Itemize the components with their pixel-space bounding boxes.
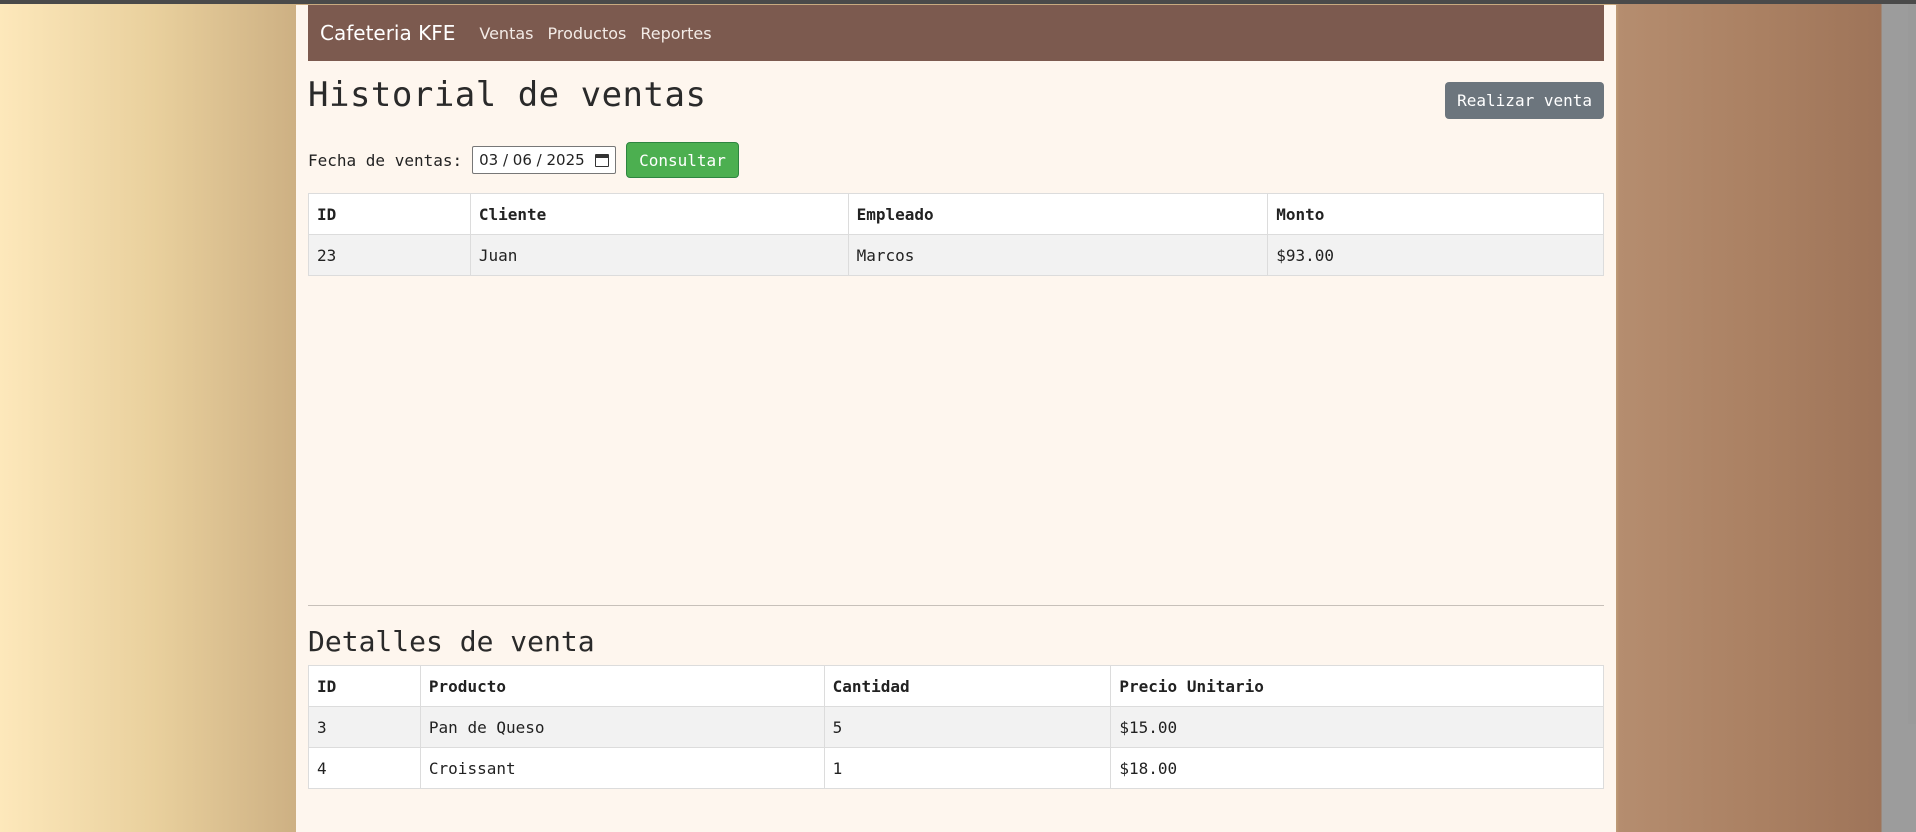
date-filter-label: Fecha de ventas: [308,150,463,170]
table-row[interactable]: 3 Pan de Queso 5 $15.00 [308,706,1604,748]
detail-precio: $18.00 [1110,747,1604,789]
date-input-value: 03 / 06 / 2025 [479,151,585,169]
details-table-header-row: ID Producto Cantidad Precio Unitario [308,665,1604,707]
page-title: Historial de ventas [308,75,707,115]
details-title: Detalles de venta [308,625,595,658]
calendar-icon[interactable] [595,153,610,167]
realizar-venta-button[interactable]: Realizar venta [1445,82,1604,119]
navbar: Cafeteria KFE Ventas Productos Reportes [308,5,1604,61]
consultar-button[interactable]: Consultar [626,142,739,178]
sales-table: ID Cliente Empleado Monto 23 Juan Marcos… [308,193,1604,276]
page-scrollbar[interactable] [1908,4,1916,724]
column-header-id[interactable]: ID [308,665,421,707]
column-header-producto[interactable]: Producto [419,665,825,707]
column-header-cantidad[interactable]: Cantidad [823,665,1112,707]
detail-producto: Croissant [419,747,825,789]
details-table: ID Producto Cantidad Precio Unitario 3 P… [308,665,1604,789]
nav-link-productos[interactable]: Productos [547,24,626,43]
window-top-border [0,0,1916,4]
detail-cantidad: 1 [823,747,1112,789]
column-header-precio-unitario[interactable]: Precio Unitario [1110,665,1604,707]
column-header-id[interactable]: ID [308,193,471,235]
sale-id: 23 [308,234,471,276]
detail-id: 3 [308,706,421,748]
column-header-monto[interactable]: Monto [1267,193,1604,235]
navbar-brand[interactable]: Cafeteria KFE [320,21,455,45]
main-container: Cafeteria KFE Ventas Productos Reportes … [296,5,1616,832]
table-row[interactable]: 23 Juan Marcos $93.00 [308,234,1604,276]
section-divider [308,605,1604,606]
date-input[interactable]: 03 / 06 / 2025 [472,146,617,174]
nav-link-ventas[interactable]: Ventas [479,24,533,43]
nav-link-reportes[interactable]: Reportes [640,24,711,43]
date-filter: Fecha de ventas: 03 / 06 / 2025 Consulta… [308,140,739,180]
detail-precio: $15.00 [1110,706,1604,748]
sale-monto: $93.00 [1267,234,1604,276]
column-header-cliente[interactable]: Cliente [469,193,849,235]
sales-table-header-row: ID Cliente Empleado Monto [308,193,1604,235]
detail-id: 4 [308,747,421,789]
table-row[interactable]: 4 Croissant 1 $18.00 [308,747,1604,789]
detail-producto: Pan de Queso [419,706,825,748]
sale-cliente: Juan [469,234,849,276]
sale-empleado: Marcos [847,234,1269,276]
detail-cantidad: 5 [823,706,1112,748]
column-header-empleado[interactable]: Empleado [847,193,1269,235]
